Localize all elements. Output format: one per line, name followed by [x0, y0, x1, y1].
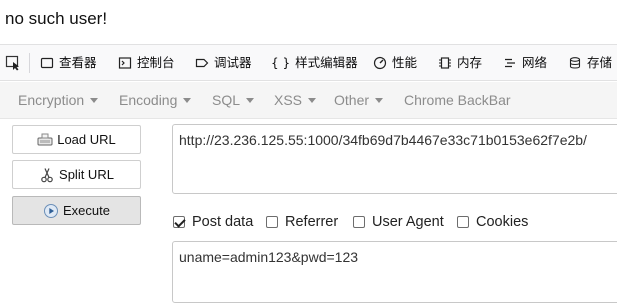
tab-inspector[interactable]: 查看器 — [40, 45, 97, 80]
chevron-down-icon — [375, 97, 384, 103]
button-label: Load URL — [57, 132, 116, 147]
option-label: Post data — [192, 214, 254, 230]
debugger-icon — [195, 56, 209, 70]
load-url-icon — [37, 132, 53, 148]
user-agent-checkbox[interactable] — [353, 216, 365, 228]
menu-label: Encryption — [18, 92, 85, 108]
tab-label: 性能 — [392, 55, 418, 70]
chevron-down-icon — [183, 97, 192, 103]
post-data-field-value: uname=admin123&pwd=123 — [179, 249, 359, 265]
tab-network[interactable]: 网络 — [503, 45, 547, 80]
devtools-toolbar: 查看器 控制台 调试器 { } 样式编辑器 性能 内存 网络 存储 — [0, 44, 617, 81]
network-icon — [503, 56, 517, 70]
storage-icon — [568, 56, 582, 70]
menu-xss[interactable]: XSS — [274, 82, 317, 118]
menu-label: Other — [334, 92, 370, 108]
toolbar-separator — [29, 53, 30, 73]
tab-debugger[interactable]: 调试器 — [195, 45, 252, 80]
tab-label: 控制台 — [137, 55, 175, 70]
post-data-field[interactable]: uname=admin123&pwd=123 — [172, 241, 617, 303]
execute-button[interactable]: Execute — [12, 196, 141, 225]
tab-label: 内存 — [457, 55, 483, 70]
page-message: no such user! — [5, 9, 108, 28]
menu-label: Encoding — [119, 92, 178, 108]
cookies-option[interactable]: Cookies — [457, 212, 528, 232]
tab-label: 查看器 — [59, 55, 97, 70]
tab-label: 样式编辑器 — [295, 55, 358, 70]
menu-label: SQL — [212, 92, 241, 108]
load-url-button[interactable]: Load URL — [12, 125, 141, 154]
performance-icon — [373, 56, 387, 70]
chevron-down-icon — [308, 97, 317, 103]
element-picker-icon[interactable] — [5, 55, 21, 71]
button-label: Execute — [63, 203, 110, 218]
tab-console[interactable]: 控制台 — [118, 45, 175, 80]
chevron-down-icon — [246, 97, 255, 103]
tab-label: 调试器 — [214, 55, 252, 70]
split-url-button[interactable]: Split URL — [12, 160, 141, 189]
memory-icon — [438, 56, 452, 70]
menu-label: XSS — [274, 92, 303, 108]
post-data-checkbox[interactable] — [173, 216, 185, 228]
tab-storage[interactable]: 存储 — [568, 45, 612, 80]
user-agent-option[interactable]: User Agent — [353, 212, 444, 232]
cookies-checkbox[interactable] — [457, 216, 469, 228]
tab-style-editor[interactable]: { } 样式编辑器 — [271, 45, 358, 80]
inspector-icon — [40, 56, 54, 70]
referrer-checkbox[interactable] — [266, 216, 278, 228]
console-icon — [118, 56, 132, 70]
tab-performance[interactable]: 性能 — [373, 45, 417, 80]
option-label: Cookies — [476, 214, 529, 230]
menu-other[interactable]: Other — [334, 82, 384, 118]
tab-label: 存储 — [587, 55, 613, 70]
menu-encryption[interactable]: Encryption — [18, 82, 99, 118]
menu-chrome-backbar[interactable]: Chrome BackBar — [404, 82, 511, 118]
url-field[interactable]: http://23.236.125.55:1000/34fb69d7b4467e… — [172, 124, 617, 194]
tab-memory[interactable]: 内存 — [438, 45, 482, 80]
hackbar-menu: Encryption Encoding SQL XSS Other Chrome… — [0, 82, 617, 119]
style-editor-icon: { } — [271, 55, 291, 70]
url-field-value: http://23.236.125.55:1000/34fb69d7b4467e… — [179, 132, 587, 148]
menu-label: Chrome BackBar — [404, 92, 511, 108]
referrer-option[interactable]: Referrer — [266, 212, 338, 232]
tab-label: 网络 — [522, 55, 548, 70]
chevron-down-icon — [90, 97, 99, 103]
menu-encoding[interactable]: Encoding — [119, 82, 192, 118]
scissors-icon — [39, 167, 55, 183]
play-icon — [43, 203, 59, 219]
option-label: User Agent — [372, 214, 444, 230]
menu-sql[interactable]: SQL — [212, 82, 255, 118]
option-label: Referrer — [285, 214, 339, 230]
button-label: Split URL — [59, 167, 114, 182]
post-data-option[interactable]: Post data — [173, 212, 253, 232]
